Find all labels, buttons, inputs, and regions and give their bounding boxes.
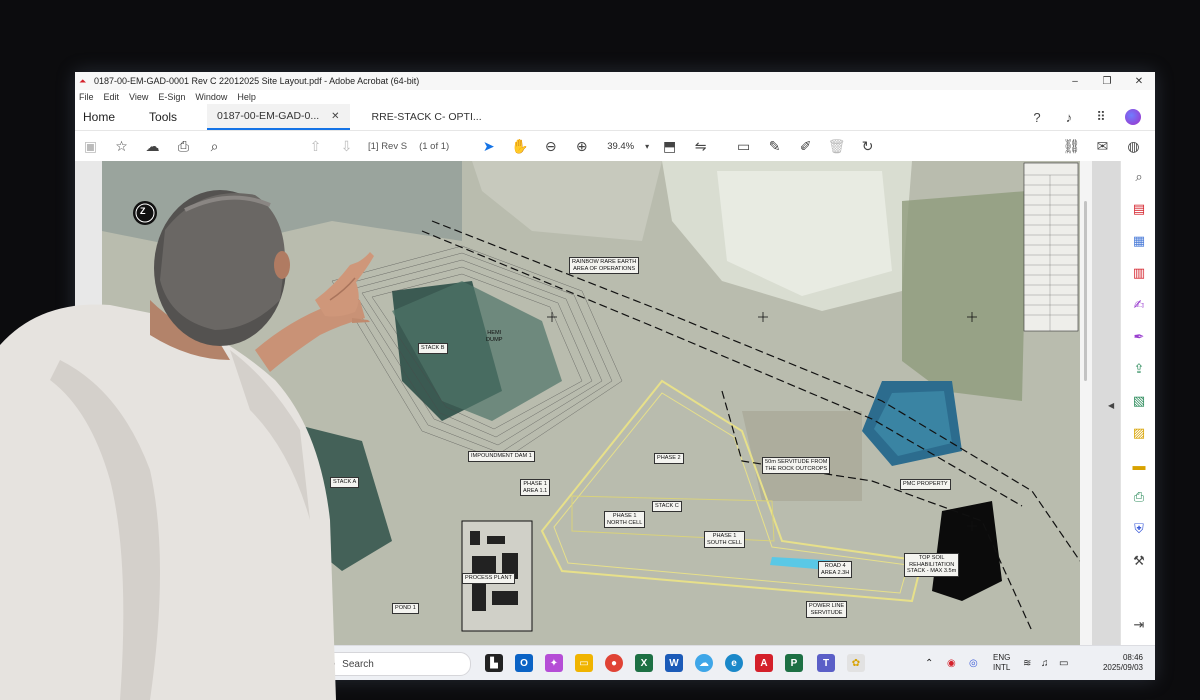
person-pointing — [0, 190, 374, 700]
